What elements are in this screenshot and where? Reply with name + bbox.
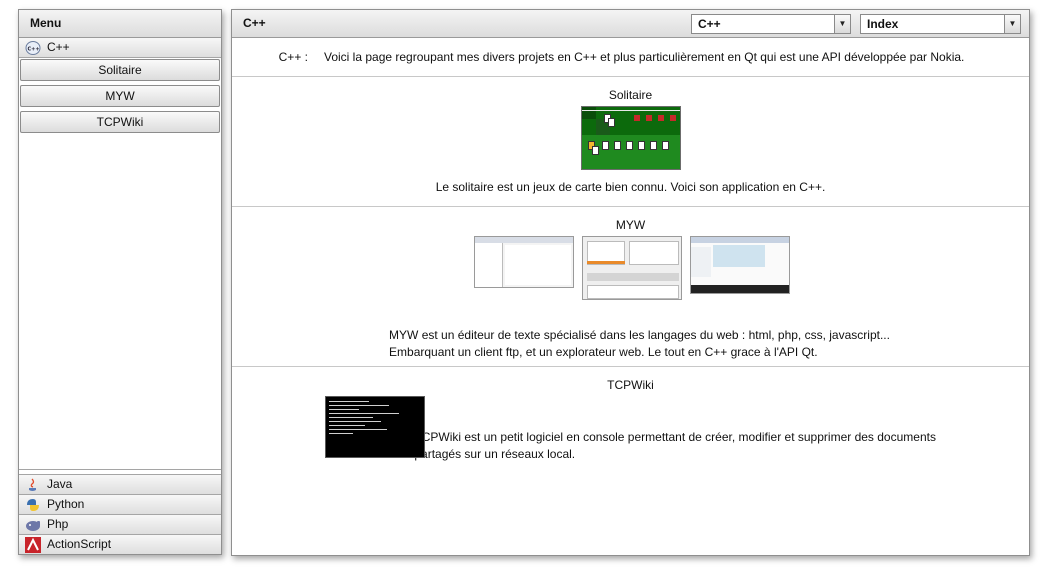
sidebar-section-label: Java	[47, 477, 73, 491]
sidebar-section-cpp[interactable]: C++ C++	[19, 38, 221, 58]
sidebar-section-actionscript[interactable]: ActionScript	[19, 534, 221, 554]
page-select[interactable]: Index ▼	[860, 14, 1021, 34]
sidebar-item-solitaire[interactable]: Solitaire	[20, 59, 220, 81]
project-title: Solitaire	[608, 88, 653, 102]
language-select-value: C++	[698, 17, 721, 31]
project-description: TCPWiki est un petit logiciel en console…	[414, 430, 936, 444]
chevron-down-icon[interactable]: ▼	[1004, 15, 1020, 33]
project-title: TCPWiki	[607, 378, 654, 392]
intro-text: Voici la page regroupant mes divers proj…	[324, 50, 965, 64]
language-select[interactable]: C++ ▼	[691, 14, 851, 34]
project-solitaire: Solitaire Le solitaire est un jeux de ca…	[232, 77, 1029, 207]
intro-label: C++ :	[278, 50, 308, 64]
svg-text:C++: C++	[28, 47, 40, 53]
sidebar-section-label: C++	[47, 40, 70, 54]
myw-screenshot[interactable]	[689, 236, 790, 294]
java-icon	[25, 477, 41, 493]
actionscript-icon	[25, 537, 41, 553]
solitaire-screenshot[interactable]	[580, 106, 681, 170]
main-header: C++ C++ ▼ Index ▼	[232, 10, 1029, 38]
project-description: partagés sur un réseaux local.	[414, 447, 576, 461]
myw-screenshot[interactable]	[473, 236, 574, 288]
project-title: MYW	[615, 218, 646, 232]
python-icon	[25, 497, 41, 513]
sidebar-section-label: Python	[47, 497, 85, 511]
intro-row: C++ : Voici la page regroupant mes diver…	[232, 38, 1029, 77]
sidebar-section-java[interactable]: Java	[19, 474, 221, 494]
sidebar-title: Menu	[19, 10, 221, 38]
sidebar-section-label: ActionScript	[47, 537, 112, 551]
tcpwiki-screenshot[interactable]	[325, 396, 426, 458]
cpp-project-list: Solitaire MYW TCPWiki	[19, 58, 221, 470]
project-myw: MYW MYW est un éditeur de texte spéciali…	[232, 207, 1029, 367]
project-description: MYW est un éditeur de texte spécialisé d…	[389, 328, 890, 342]
chevron-down-icon[interactable]: ▼	[834, 15, 850, 33]
project-tcpwiki: TCPWiki TCPWiki est un petit logiciel en…	[232, 367, 1029, 527]
sidebar-item-tcpwiki[interactable]: TCPWiki	[20, 111, 220, 133]
sidebar-section-label: Php	[47, 517, 69, 531]
sidebar-section-python[interactable]: Python	[19, 494, 221, 514]
sidebar-item-myw[interactable]: MYW	[20, 85, 220, 107]
cpp-icon: C++	[25, 40, 41, 56]
sidebar-menu: Menu C++ C++ Solitaire MYW TCPWiki Java	[18, 9, 222, 555]
main-panel: C++ C++ ▼ Index ▼ C++ : Voici la page re…	[231, 9, 1030, 556]
project-description: Embarquant un client ftp, et un explorat…	[389, 345, 818, 359]
page-select-value: Index	[867, 17, 899, 31]
myw-screenshot[interactable]	[581, 236, 682, 300]
php-icon	[25, 517, 41, 533]
sidebar-section-php[interactable]: Php	[19, 514, 221, 534]
project-description: Le solitaire est un jeux de carte bien c…	[435, 180, 826, 194]
page-title: C++	[243, 16, 266, 30]
myw-screenshots	[234, 236, 1029, 300]
